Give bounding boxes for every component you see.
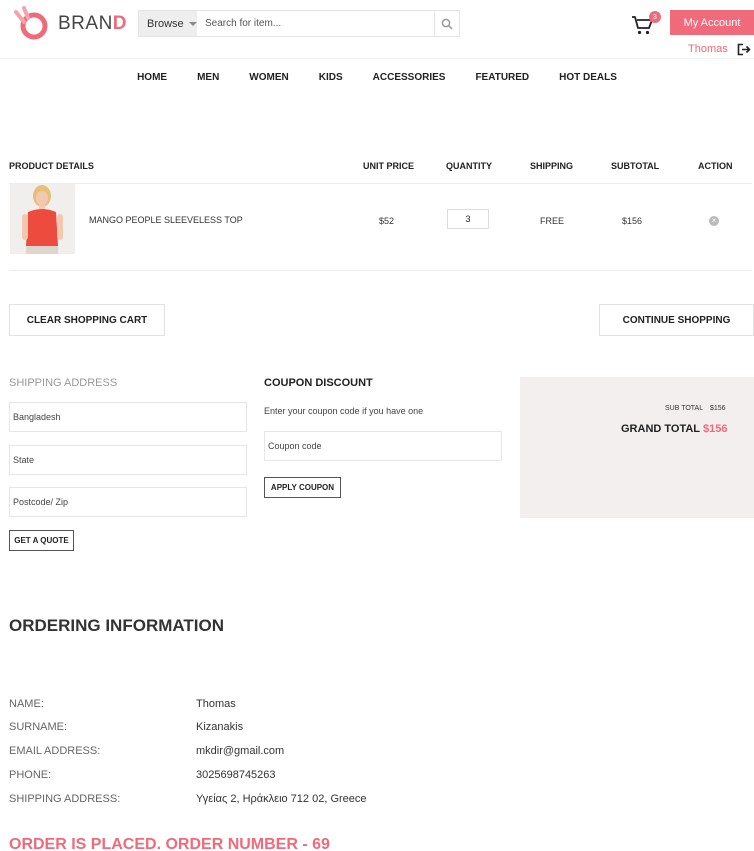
shipping-value: FREE	[540, 216, 565, 226]
brand-logo-icon	[14, 6, 48, 40]
user-name-link[interactable]: Thomas	[688, 43, 728, 55]
nav-women[interactable]: WOMEN	[249, 72, 288, 83]
header-action: ACTION	[698, 161, 733, 171]
quantity-input[interactable]: 3	[447, 209, 489, 229]
brand-logo[interactable]: BRAND	[10, 6, 127, 42]
order-totals-panel: SUB TOTAL $156 GRAND TOTAL $156	[520, 377, 754, 518]
nav-home[interactable]: HOME	[137, 72, 167, 83]
info-label-phone: PHONE:	[9, 769, 52, 781]
info-label-shipping-address: SHIPPING ADDRESS:	[9, 793, 121, 805]
country-select[interactable]: Bangladesh	[9, 402, 247, 432]
nav-hot-deals[interactable]: HOT DEALS	[559, 72, 617, 83]
product-image[interactable]	[10, 184, 75, 254]
shipping-address-title: SHIPPING ADDRESS	[9, 377, 118, 389]
header-unit-price: UNIT PRICE	[363, 161, 415, 171]
search-button[interactable]	[434, 11, 459, 36]
cart-button[interactable]: 3	[631, 11, 661, 39]
info-value-shipping-address: Υγείας 2, Ηράκλειο 712 02, Greece	[196, 793, 367, 805]
nav-accessories[interactable]: ACCESSORIES	[373, 72, 446, 83]
info-label-name: NAME:	[9, 698, 44, 710]
search-input[interactable]	[197, 11, 434, 36]
subtotal-amount: $156	[710, 405, 726, 412]
info-label-surname: SURNAME:	[9, 721, 68, 733]
search-icon	[441, 18, 453, 30]
subtotal-label: SUB TOTAL	[665, 405, 704, 412]
coupon-title: COUPON DISCOUNT	[264, 377, 373, 389]
clear-cart-button[interactable]: CLEAR SHOPPING CART	[9, 304, 165, 336]
header-divider	[0, 58, 754, 59]
state-field[interactable]: State	[9, 445, 247, 475]
browse-label: Browse	[147, 17, 184, 30]
table-divider	[9, 183, 752, 184]
main-nav: HOME MEN WOMEN KIDS ACCESSORIES FEATURED…	[0, 72, 754, 83]
grand-total-label: GRAND TOTAL	[621, 423, 701, 435]
postcode-field[interactable]: Postcode/ Zip	[9, 487, 247, 517]
nav-featured[interactable]: FEATURED	[475, 72, 529, 83]
header-quantity: QUANTITY	[446, 161, 492, 171]
coupon-code-input[interactable]: Coupon code	[264, 431, 502, 461]
grand-total-amount: $156	[703, 423, 728, 435]
nav-men[interactable]: MEN	[197, 72, 219, 83]
header-product-details: PRODUCT DETAILS	[9, 161, 94, 171]
order-placed-message: ORDER IS PLACED. ORDER NUMBER - 69	[9, 836, 330, 851]
logout-icon	[737, 43, 751, 56]
get-quote-button[interactable]: GET A QUOTE	[9, 530, 74, 551]
table-divider	[9, 270, 752, 271]
continue-shopping-button[interactable]: CONTINUE SHOPPING	[599, 304, 754, 336]
cart-count-badge: 3	[649, 11, 661, 23]
ordering-info-title: ORDERING INFORMATION	[9, 616, 225, 635]
unit-price-value: $52	[379, 216, 395, 226]
info-value-surname: Kizanakis	[196, 721, 244, 733]
product-name[interactable]: MANGO PEOPLE SLEEVELESS TOP	[89, 215, 243, 225]
coupon-description: Enter your coupon code if you have one	[264, 406, 424, 416]
subtotal-value: $156	[622, 216, 643, 226]
info-label-email: EMAIL ADDRESS:	[9, 745, 101, 757]
browse-dropdown[interactable]: Browse	[139, 11, 197, 36]
info-value-email: mkdir@gmail.com	[196, 745, 285, 757]
my-account-button[interactable]: My Account	[670, 10, 754, 35]
info-value-phone: 3025698745263	[196, 769, 276, 781]
nav-kids[interactable]: KIDS	[319, 72, 343, 83]
apply-coupon-button[interactable]: APPLY COUPON	[264, 477, 341, 498]
brand-name: BRAND	[58, 13, 128, 34]
info-value-name: Thomas	[196, 698, 236, 710]
header-shipping: SHIPPING	[530, 161, 574, 171]
remove-item-icon[interactable]: ×	[709, 216, 719, 226]
search-bar: Browse	[138, 10, 460, 37]
caret-down-icon	[188, 21, 197, 26]
header-subtotal: SUBTOTAL	[611, 161, 660, 171]
